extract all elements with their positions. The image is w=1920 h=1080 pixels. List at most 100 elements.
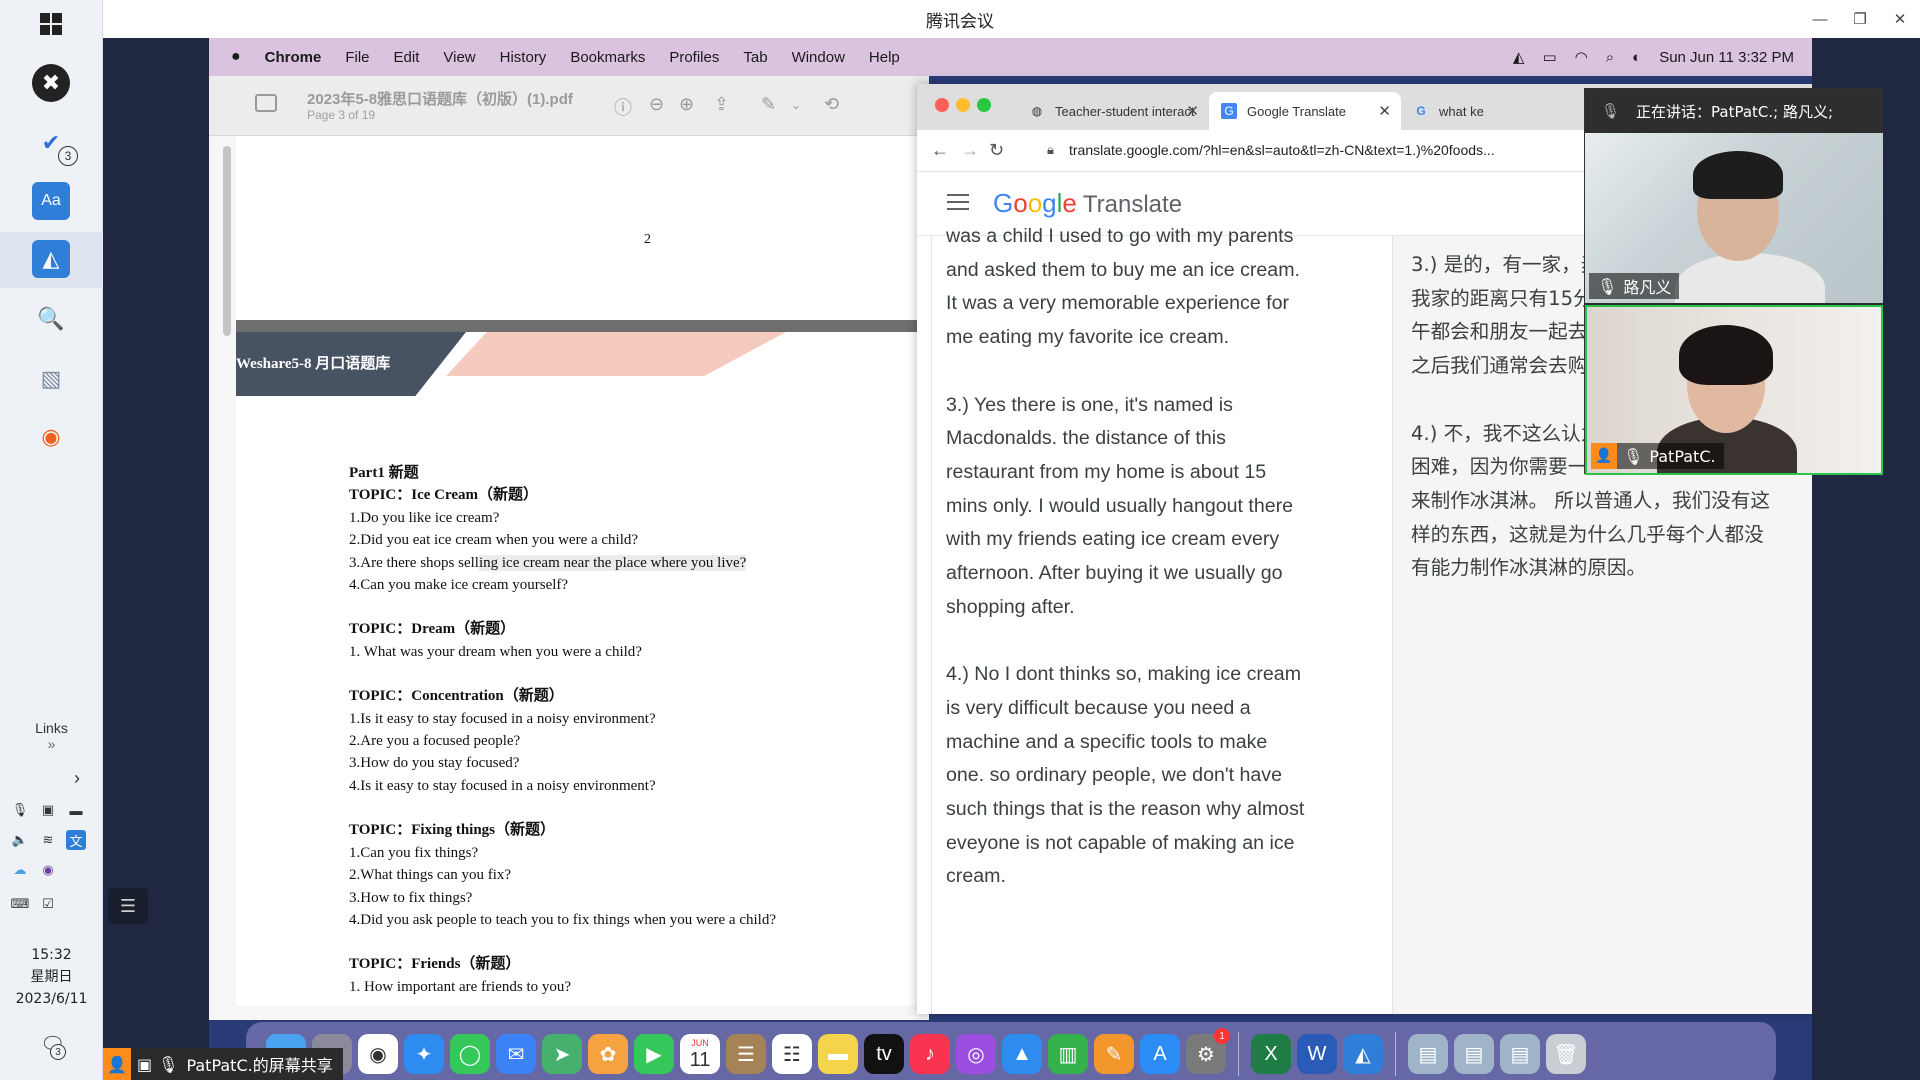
source-paragraph: 4.) No I dont thinks so, making ice crea… xyxy=(946,663,1305,888)
video-tile-participant-1[interactable]: 🎙 路凡义 xyxy=(1585,133,1883,303)
safari-icon[interactable]: ✦ xyxy=(404,1034,444,1074)
source-text-panel[interactable]: was a child I used to go with my parents… xyxy=(931,225,1496,1014)
calendar-icon[interactable]: JUN 11 xyxy=(680,1034,720,1074)
share-icon[interactable]: ⇪ xyxy=(714,94,729,115)
menu-help[interactable]: Help xyxy=(869,49,900,66)
menu-view[interactable]: View xyxy=(443,49,475,66)
control-center-icon[interactable]: ◐ xyxy=(1632,49,1641,66)
volume-icon[interactable]: 🔈 xyxy=(10,830,30,850)
dictionary-icon[interactable]: Aa xyxy=(32,182,70,220)
menu-app-name[interactable]: Chrome xyxy=(265,49,322,66)
menu-bookmarks[interactable]: Bookmarks xyxy=(570,49,645,66)
photo-viewer-icon[interactable]: ▧ xyxy=(32,360,70,398)
tab-google-translate[interactable]: G Google Translate ✕ xyxy=(1209,92,1401,130)
network-icon[interactable]: ≋ xyxy=(38,830,58,850)
notes-icon[interactable]: ▬ xyxy=(818,1034,858,1074)
rotate-icon[interactable]: ⟲ xyxy=(824,94,839,115)
appstore-icon[interactable]: A xyxy=(1140,1034,1180,1074)
crossover-icon[interactable]: ✖ xyxy=(32,64,70,102)
microphone-icon[interactable]: 🎙 xyxy=(10,800,30,820)
photos-icon[interactable]: ✿ xyxy=(588,1034,628,1074)
battery-icon[interactable]: ▬ xyxy=(66,800,86,820)
minimize-button[interactable]: — xyxy=(1800,0,1840,38)
wifi-icon[interactable]: ◠ xyxy=(1575,48,1588,66)
screen-capture-icon[interactable]: ▣ xyxy=(38,800,58,820)
facetime-icon[interactable]: ▶ xyxy=(634,1034,674,1074)
podcasts-icon[interactable]: ◎ xyxy=(956,1034,996,1074)
pages-icon[interactable]: ✎ xyxy=(1094,1034,1134,1074)
numbers-icon[interactable]: ▥ xyxy=(1048,1034,1088,1074)
menu-window[interactable]: Window xyxy=(792,49,845,66)
video-tile-participant-2[interactable]: 👤 🎙 PatPatC. xyxy=(1585,305,1883,475)
clock[interactable]: 15:32 星期日 2023/6/11 xyxy=(0,944,103,1010)
trash-icon[interactable]: 🗑 xyxy=(1546,1034,1586,1074)
menubar-datetime[interactable]: Sun Jun 11 3:32 PM xyxy=(1659,49,1794,66)
mail-icon[interactable]: ✉ xyxy=(496,1034,536,1074)
appletv-icon[interactable]: tv xyxy=(864,1034,904,1074)
url-input[interactable]: translate.google.com/?hl=en&sl=auto&tl=z… xyxy=(1069,142,1495,158)
search-app-icon[interactable]: 🔍 xyxy=(32,300,70,338)
battery-status-icon[interactable]: ▭ xyxy=(1542,48,1556,66)
source-textarea[interactable]: was a child I used to go with my parents… xyxy=(946,220,1306,928)
files-icon[interactable]: ▤ xyxy=(1454,1034,1494,1074)
menu-icon[interactable] xyxy=(947,194,969,210)
menu-file[interactable]: File xyxy=(345,49,369,66)
zoom-out-icon[interactable]: ⊖ xyxy=(649,94,664,115)
list-icon[interactable]: ☰ xyxy=(108,888,148,924)
contacts-icon[interactable]: ☰ xyxy=(726,1034,766,1074)
zoom-window-button[interactable] xyxy=(977,98,991,112)
menu-tab[interactable]: Tab xyxy=(743,49,767,66)
settings-icon[interactable]: ⚙ 1 xyxy=(1186,1028,1230,1074)
links-more-icon[interactable]: » xyxy=(0,736,103,752)
checkbox-icon[interactable]: ☑ xyxy=(38,894,58,914)
menu-history[interactable]: History xyxy=(500,49,547,66)
tab-teacher-student[interactable]: ◍ Teacher-student interactio ✕ xyxy=(1017,92,1209,130)
pdf-vertical-scrollbar[interactable] xyxy=(223,146,231,336)
menu-profiles[interactable]: Profiles xyxy=(669,49,719,66)
reminders-icon[interactable]: ☷ xyxy=(772,1034,812,1074)
music-icon[interactable]: ♪ xyxy=(910,1034,950,1074)
screen-share-indicator[interactable]: 👤 ▣ 🎙 PatPatC.的屏幕共享 xyxy=(103,1048,343,1080)
keynote-icon[interactable]: ▲ xyxy=(1002,1034,1042,1074)
close-button[interactable]: ✕ xyxy=(1880,0,1920,38)
chevron-right-icon[interactable]: › xyxy=(74,768,80,789)
question-line: 2.Did you eat ice cream when you were a … xyxy=(349,532,639,549)
clock-weekday: 星期日 xyxy=(30,969,73,985)
close-window-button[interactable] xyxy=(935,98,949,112)
input-method-icon[interactable]: ⌨ xyxy=(10,894,30,914)
apple-icon[interactable]: ● xyxy=(231,48,241,66)
chrome-icon[interactable]: ◉ xyxy=(358,1034,398,1074)
downloads-icon[interactable]: ▤ xyxy=(1500,1034,1540,1074)
links-toolbar[interactable]: Links » xyxy=(0,720,103,752)
tab-search[interactable]: G what ke xyxy=(1401,92,1501,130)
zoom-in-icon[interactable]: ⊕ xyxy=(679,94,694,115)
markup-icon[interactable]: ✎ xyxy=(761,94,776,115)
tab-close-icon[interactable]: ✕ xyxy=(1186,102,1199,120)
tencent-meeting-icon[interactable]: ◭ xyxy=(32,240,70,278)
forward-icon[interactable]: → xyxy=(961,140,979,161)
reload-icon[interactable]: ↻ xyxy=(989,140,1004,161)
restore-button[interactable]: ❐ xyxy=(1840,0,1880,38)
sidebar-toggle-icon[interactable] xyxy=(255,94,277,112)
messages-icon[interactable]: ◯ xyxy=(450,1034,490,1074)
viber-icon[interactable]: ◉ xyxy=(38,860,58,880)
translate-tray-icon[interactable]: 文 xyxy=(66,830,86,850)
windows-start-icon[interactable] xyxy=(32,4,70,44)
meeting-status-icon[interactable]: ◭ xyxy=(1513,48,1525,66)
firefox-icon[interactable]: ◉ xyxy=(32,418,70,456)
google-translate-logo[interactable]: Google Translate xyxy=(993,188,1182,219)
lock-icon[interactable]: 🔒︎ xyxy=(1047,142,1054,158)
back-icon[interactable]: ← xyxy=(931,140,949,161)
maps-icon[interactable]: ➤ xyxy=(542,1034,582,1074)
tab-close-icon[interactable]: ✕ xyxy=(1378,102,1391,120)
preview-icon[interactable]: ▤ xyxy=(1408,1034,1448,1074)
markup-dropdown-icon[interactable]: ⌄ xyxy=(791,98,801,112)
word-icon[interactable]: W xyxy=(1297,1034,1337,1074)
spotlight-icon[interactable]: ⌕ xyxy=(1606,49,1614,66)
minimize-window-button[interactable] xyxy=(956,98,970,112)
info-icon[interactable]: ⓘ xyxy=(614,94,632,120)
tencent-meeting-icon[interactable]: ◭ xyxy=(1343,1034,1383,1074)
menu-edit[interactable]: Edit xyxy=(394,49,420,66)
excel-icon[interactable]: X xyxy=(1251,1034,1291,1074)
cloud-icon[interactable]: ☁ xyxy=(10,860,30,880)
